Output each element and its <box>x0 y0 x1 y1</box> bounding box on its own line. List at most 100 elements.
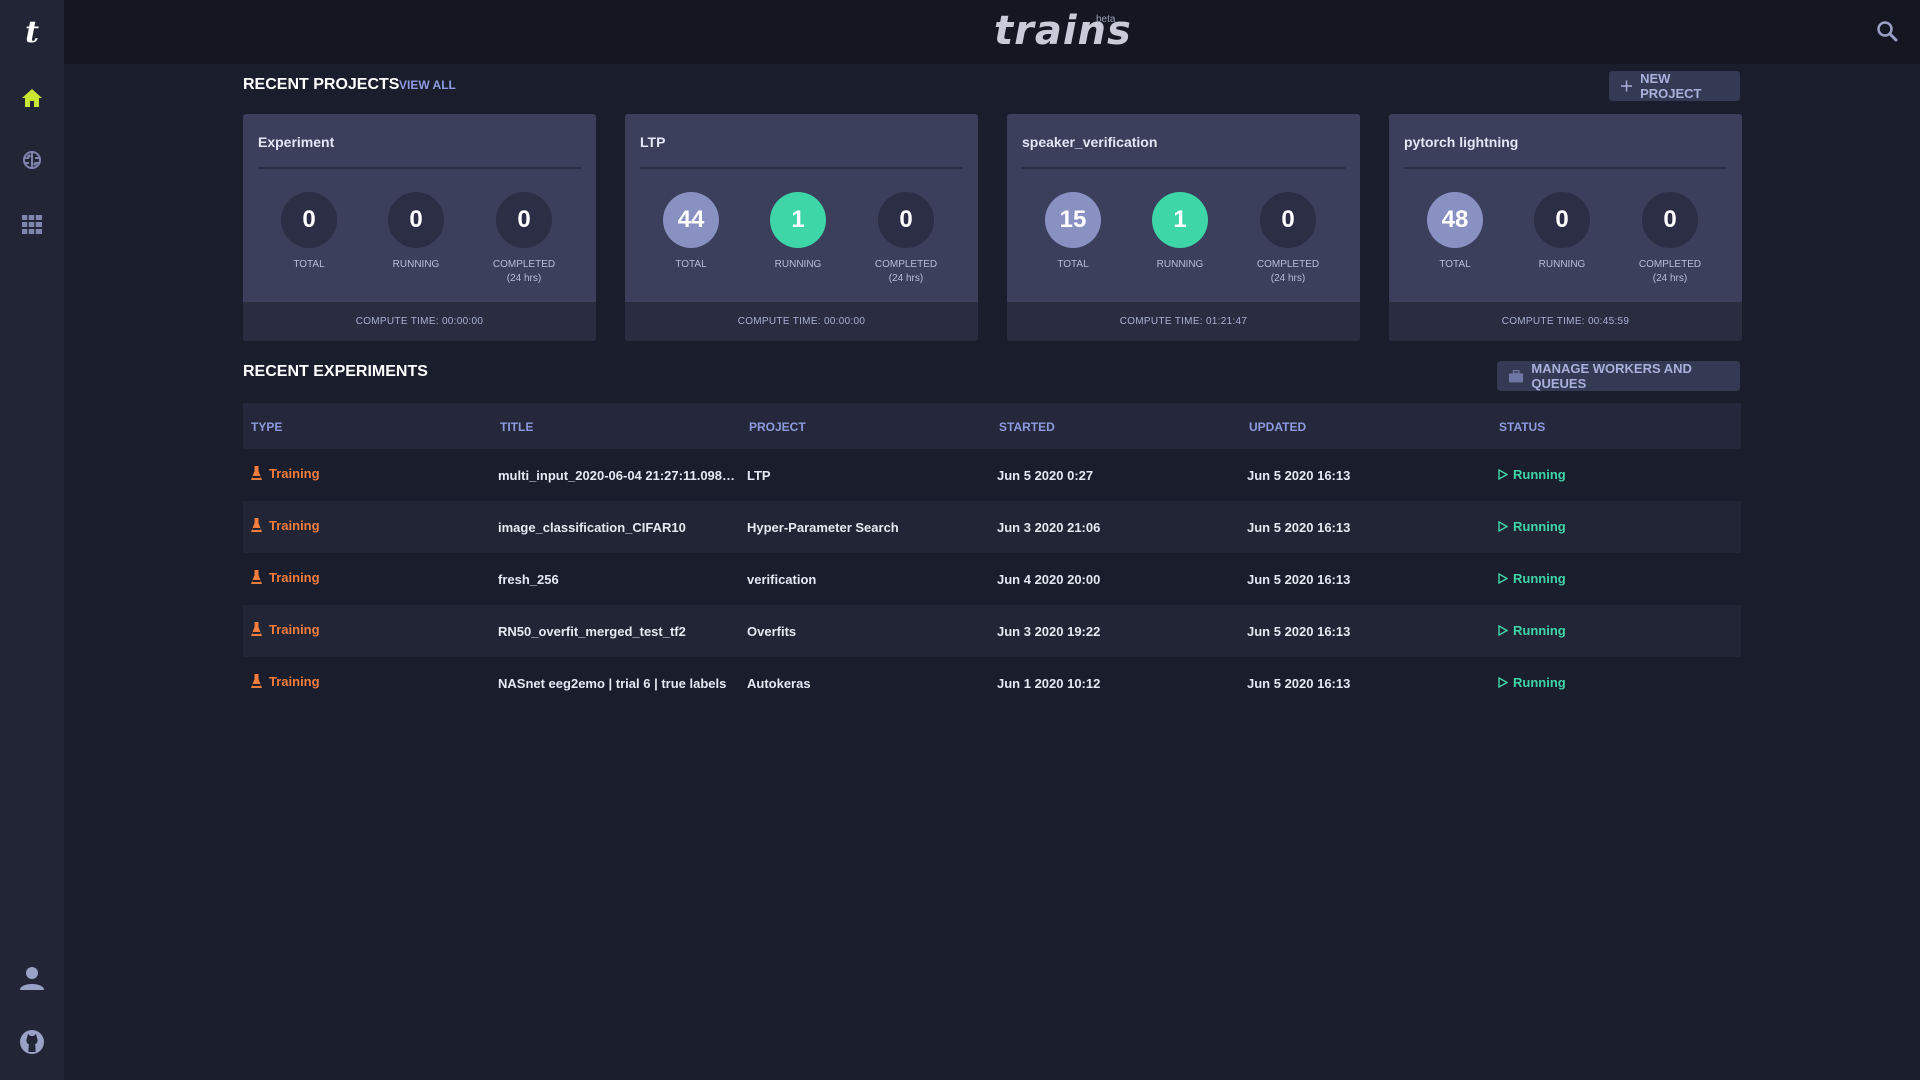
stat-total: 0 TOTAL <box>264 192 354 272</box>
table-row[interactable]: Training fresh_256 verification Jun 4 20… <box>243 553 1741 605</box>
experiment-type: Training <box>269 570 320 585</box>
table-row[interactable]: Training image_classification_CIFAR10 Hy… <box>243 501 1741 553</box>
experiment-started: Jun 3 2020 21:06 <box>997 520 1101 535</box>
project-name: LTP <box>640 134 666 150</box>
manage-workers-label: MANAGE WORKERS AND QUEUES <box>1531 361 1692 391</box>
experiment-updated: Jun 5 2020 16:13 <box>1247 624 1351 639</box>
table-row[interactable]: Training NASnet eeg2emo | trial 6 | true… <box>243 657 1741 709</box>
sidebar-item-home[interactable] <box>0 72 64 124</box>
briefcase-icon <box>1509 369 1524 382</box>
running-count: 0 <box>1534 192 1590 248</box>
sidebar-item-profile[interactable] <box>0 952 64 1004</box>
manage-workers-button[interactable]: MANAGE WORKERS AND QUEUES <box>1497 361 1740 391</box>
experiment-project: Autokeras <box>747 676 811 691</box>
total-label: TOTAL <box>293 259 325 270</box>
experiment-status: Running <box>1513 623 1566 638</box>
running-count: 1 <box>770 192 826 248</box>
compute-time: COMPUTE TIME: 00:00:00 <box>243 302 596 341</box>
brand-beta-label: beta <box>1096 14 1116 25</box>
view-all-link[interactable]: VIEW ALL <box>399 78 456 92</box>
total-label: TOTAL <box>1439 259 1471 270</box>
total-count: 0 <box>281 192 337 248</box>
stat-running: 0 RUNNING <box>1517 192 1607 272</box>
compute-time: COMPUTE TIME: 01:21:47 <box>1007 302 1360 341</box>
completed-label: COMPLETED <box>1638 259 1702 270</box>
table-row[interactable]: Training multi_input_2020-06-04 21:27:11… <box>243 449 1741 501</box>
flask-icon <box>251 674 262 688</box>
stat-running: 1 RUNNING <box>753 192 843 272</box>
table-row[interactable]: Training RN50_overfit_merged_test_tf2 Ov… <box>243 605 1741 657</box>
column-header-started[interactable]: STARTED <box>999 420 1055 434</box>
experiment-started: Jun 3 2020 19:22 <box>997 624 1101 639</box>
running-label: RUNNING <box>1156 259 1204 270</box>
github-icon <box>20 1030 44 1054</box>
card-divider <box>1404 167 1727 169</box>
new-project-label: NEW PROJECT <box>1640 71 1702 101</box>
total-count: 44 <box>663 192 719 248</box>
project-card-speaker-verification[interactable]: speaker_verification 15 TOTAL 1 RUNNING … <box>1007 114 1360 341</box>
running-count: 0 <box>388 192 444 248</box>
stat-running: 1 RUNNING <box>1135 192 1225 272</box>
experiment-started: Jun 1 2020 10:12 <box>997 676 1101 691</box>
card-divider <box>640 167 963 169</box>
experiment-title: image_classification_CIFAR10 <box>498 520 686 535</box>
sidebar-item-projects[interactable] <box>0 134 64 186</box>
home-icon <box>22 89 42 107</box>
play-icon <box>1498 625 1508 636</box>
top-header: trains beta <box>64 0 1920 64</box>
completed-label: COMPLETED <box>874 259 938 270</box>
stat-completed: 0 COMPLETED (24 hrs) <box>861 192 951 286</box>
recent-experiments-title: RECENT EXPERIMENTS <box>243 363 428 380</box>
experiment-project: LTP <box>747 468 771 483</box>
column-header-project[interactable]: PROJECT <box>749 420 806 434</box>
experiment-updated: Jun 5 2020 16:13 <box>1247 676 1351 691</box>
column-header-status[interactable]: STATUS <box>1499 420 1545 434</box>
experiment-status: Running <box>1513 675 1566 690</box>
experiment-started: Jun 4 2020 20:00 <box>997 572 1101 587</box>
search-button[interactable] <box>1876 20 1900 44</box>
completed-label: COMPLETED <box>492 259 556 270</box>
column-header-updated[interactable]: UPDATED <box>1249 420 1306 434</box>
running-count: 1 <box>1152 192 1208 248</box>
sidebar: t <box>0 0 64 1080</box>
table-header: TYPE TITLE PROJECT STARTED UPDATED STATU… <box>243 403 1741 449</box>
server-grid-icon <box>22 215 42 234</box>
compute-time: COMPUTE TIME: 00:00:00 <box>625 302 978 341</box>
experiment-status: Running <box>1513 519 1566 534</box>
stat-completed: 0 COMPLETED (24 hrs) <box>1625 192 1715 286</box>
completed-label: COMPLETED <box>1256 259 1320 270</box>
column-header-title[interactable]: TITLE <box>500 420 533 434</box>
play-icon <box>1498 469 1508 480</box>
play-icon <box>1498 573 1508 584</box>
total-count: 15 <box>1045 192 1101 248</box>
total-label: TOTAL <box>1057 259 1089 270</box>
experiment-status: Running <box>1513 571 1566 586</box>
sidebar-item-workers[interactable] <box>0 198 64 250</box>
completed-sublabel: (24 hrs) <box>888 273 924 284</box>
column-header-type[interactable]: TYPE <box>251 420 282 434</box>
experiment-type: Training <box>269 674 320 689</box>
app-root: t trains beta RECENT PROJECTS VIEW ALL N… <box>0 0 1920 1080</box>
new-project-button[interactable]: NEW PROJECT <box>1609 71 1740 101</box>
completed-sublabel: (24 hrs) <box>1652 273 1688 284</box>
stat-total: 48 TOTAL <box>1410 192 1500 272</box>
completed-sublabel: (24 hrs) <box>1270 273 1306 284</box>
running-label: RUNNING <box>774 259 822 270</box>
completed-count: 0 <box>878 192 934 248</box>
experiment-project: Overfits <box>747 624 797 639</box>
completed-count: 0 <box>1642 192 1698 248</box>
project-card-experiment[interactable]: Experiment 0 TOTAL 0 RUNNING 0 COMPLETED… <box>243 114 596 341</box>
project-card-ltp[interactable]: LTP 44 TOTAL 1 RUNNING 0 COMPLETED (24 hr… <box>625 114 978 341</box>
experiment-started: Jun 5 2020 0:27 <box>997 468 1094 483</box>
sidebar-item-github[interactable] <box>0 1016 64 1068</box>
search-icon <box>1877 21 1898 42</box>
completed-count: 0 <box>496 192 552 248</box>
project-card-pytorch-lightning[interactable]: pytorch lightning 48 TOTAL 0 RUNNING 0 C… <box>1389 114 1742 341</box>
experiment-title: NASnet eeg2emo | trial 6 | true labels <box>498 676 727 691</box>
card-divider <box>1022 167 1345 169</box>
flask-icon <box>251 622 262 636</box>
stat-total: 15 TOTAL <box>1028 192 1118 272</box>
experiment-updated: Jun 5 2020 16:13 <box>1247 520 1351 535</box>
experiment-updated: Jun 5 2020 16:13 <box>1247 468 1351 483</box>
app-logo[interactable]: t <box>0 0 64 64</box>
